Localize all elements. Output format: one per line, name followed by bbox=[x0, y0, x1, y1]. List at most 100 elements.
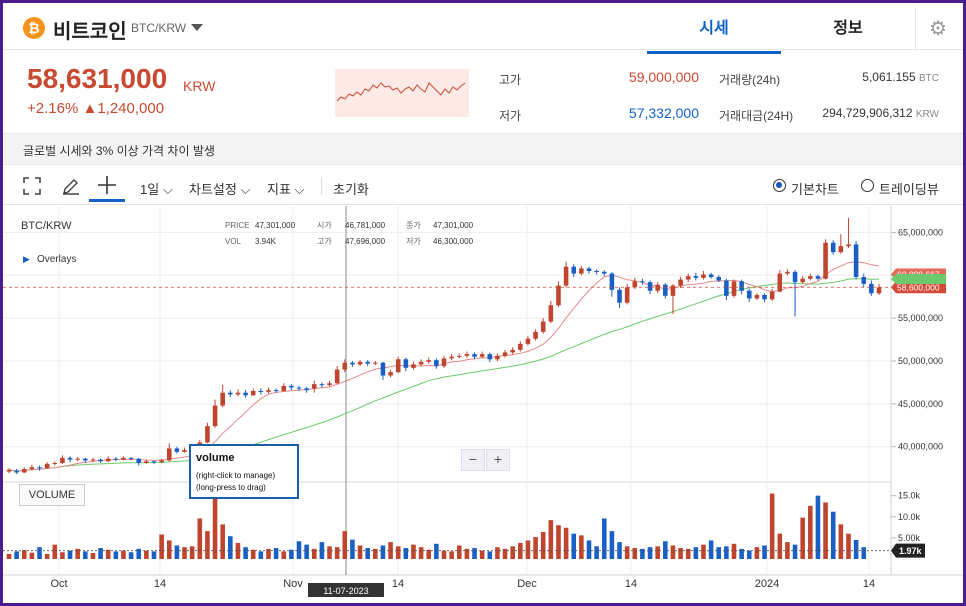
candle bbox=[37, 467, 42, 469]
volume-bar bbox=[525, 540, 531, 559]
chevron-down-icon[interactable] bbox=[191, 24, 203, 31]
legend-high-label: 고가 bbox=[317, 237, 332, 246]
price-chart[interactable]: Oct14Nov14Dec1420241465,000,00060,000,00… bbox=[3, 206, 963, 603]
pencil-icon[interactable] bbox=[61, 176, 81, 196]
indicators-dropdown[interactable]: 지표 ⌵ bbox=[267, 179, 304, 198]
volume-bar bbox=[716, 547, 722, 559]
candle bbox=[105, 458, 111, 462]
up-arrow-icon: ▲ bbox=[82, 100, 98, 117]
interval-dropdown[interactable]: 1일 ⌵ bbox=[140, 179, 173, 198]
candle bbox=[52, 463, 58, 464]
volume-bar bbox=[746, 550, 752, 559]
candle bbox=[502, 352, 508, 356]
tab-info[interactable]: 정보 bbox=[781, 11, 915, 51]
candle bbox=[418, 361, 424, 365]
volume-bar bbox=[228, 536, 233, 559]
candle bbox=[296, 387, 302, 389]
crosshair-icon[interactable] bbox=[97, 175, 117, 195]
candle bbox=[762, 295, 767, 300]
volume-24h-number: 5,061.155 bbox=[862, 70, 916, 84]
volume-bar bbox=[403, 548, 409, 559]
candle bbox=[75, 458, 80, 460]
y-tick-label: 45,000,000 bbox=[898, 399, 943, 409]
legend-low-label: 저가 bbox=[406, 237, 421, 246]
volume-bar bbox=[334, 547, 340, 559]
volume-bar bbox=[495, 547, 500, 559]
volume-bar bbox=[205, 531, 210, 559]
volume-panel-label[interactable]: VOLUME bbox=[19, 484, 85, 506]
tradingview-radio[interactable] bbox=[861, 179, 874, 192]
candle bbox=[693, 276, 699, 278]
candle bbox=[235, 392, 241, 395]
candle bbox=[800, 278, 805, 283]
volume-bar bbox=[861, 547, 867, 559]
candle bbox=[769, 291, 775, 300]
volume-bar bbox=[762, 545, 767, 559]
candle bbox=[220, 392, 225, 406]
zoom-in-button[interactable]: + bbox=[486, 449, 510, 471]
volume-bar bbox=[121, 550, 126, 559]
overlays-toggle-icon[interactable]: ▶ bbox=[23, 254, 30, 264]
overlays-label[interactable]: Overlays bbox=[37, 254, 76, 265]
crosshair-active-indicator bbox=[89, 199, 125, 202]
volume-bar bbox=[159, 534, 164, 559]
y-tick-label: 65,000,000 bbox=[898, 227, 943, 237]
crosshair-date: 11-07-2023 bbox=[323, 586, 368, 596]
candle bbox=[403, 359, 409, 368]
chart-symbol: BTC/KRW bbox=[21, 220, 72, 232]
chevron-down-icon: ⌵ bbox=[162, 182, 173, 197]
candle bbox=[90, 459, 96, 461]
candle bbox=[151, 461, 157, 463]
volume-bar bbox=[563, 527, 569, 559]
bitcoin-icon: ₿ bbox=[23, 17, 45, 39]
zoom-out-button[interactable]: − bbox=[461, 449, 485, 471]
x-tick-label: 14 bbox=[863, 578, 875, 590]
candle bbox=[327, 383, 332, 385]
fullscreen-icon[interactable] bbox=[23, 177, 41, 195]
candle bbox=[166, 448, 172, 461]
candle bbox=[556, 285, 561, 306]
volume-bar bbox=[113, 551, 119, 559]
volume-bar bbox=[365, 548, 370, 559]
basic-chart-label[interactable]: 기본차트 bbox=[791, 179, 839, 198]
candle bbox=[640, 281, 645, 283]
candle bbox=[121, 457, 126, 460]
candle bbox=[861, 277, 867, 284]
candle bbox=[6, 469, 12, 472]
candle bbox=[29, 467, 35, 469]
basic-chart-radio[interactable] bbox=[773, 179, 786, 192]
coin-pair[interactable]: BTC/KRW bbox=[131, 21, 186, 35]
candle bbox=[739, 281, 744, 291]
volume-bar bbox=[533, 537, 538, 559]
gear-icon[interactable]: ⚙ bbox=[915, 7, 960, 51]
candle bbox=[724, 280, 729, 296]
candle bbox=[21, 469, 27, 473]
volume-bar bbox=[21, 550, 27, 559]
volume-bar bbox=[197, 518, 203, 559]
legend-vol-label: VOL bbox=[225, 237, 242, 246]
candle bbox=[357, 361, 363, 365]
volume-tick-label: 5.00k bbox=[898, 533, 921, 543]
tab-price[interactable]: 시세 bbox=[647, 11, 781, 54]
candle bbox=[838, 246, 844, 253]
volume-bar bbox=[52, 544, 58, 559]
legend-vol: 3.94K bbox=[255, 237, 277, 246]
candle bbox=[350, 362, 355, 365]
coin-name[interactable]: 비트코인 bbox=[53, 15, 127, 44]
volume-bar bbox=[14, 551, 19, 559]
current-price: 58,631,000 bbox=[27, 63, 168, 94]
candle bbox=[182, 450, 187, 452]
candle bbox=[579, 268, 584, 274]
reset-button[interactable]: 초기화 bbox=[333, 179, 369, 198]
candle bbox=[846, 244, 851, 247]
current-volume-label: 1.97k bbox=[899, 546, 923, 556]
volume-bar bbox=[289, 549, 294, 559]
chart-settings-dropdown[interactable]: 차트설정 ⌵ bbox=[189, 179, 250, 198]
candle bbox=[525, 338, 531, 344]
candle bbox=[304, 388, 309, 391]
tradingview-label[interactable]: 트레이딩뷰 bbox=[879, 179, 939, 198]
volume-bar bbox=[357, 545, 363, 559]
candle bbox=[808, 276, 813, 279]
candle bbox=[228, 392, 233, 395]
candle bbox=[388, 372, 393, 376]
